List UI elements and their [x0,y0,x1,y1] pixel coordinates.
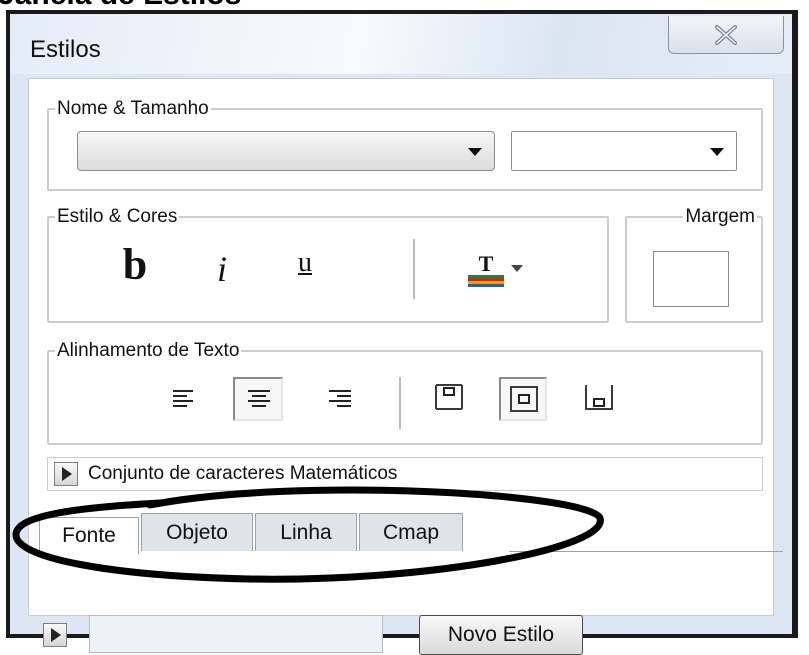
chevron-down-icon [468,148,482,156]
expand-arrow-icon[interactable] [43,623,67,647]
tab-fonte[interactable]: Fonte [39,517,139,554]
separator [399,377,401,429]
margin-input[interactable] [653,251,729,307]
tab-objeto[interactable]: Objeto [141,513,253,551]
name-size-legend: Nome & Tamanho [57,98,209,119]
tab-linha[interactable]: Linha [255,513,357,551]
align-right-button[interactable] [325,385,353,413]
tab-cmap[interactable]: Cmap [359,513,463,551]
window-title: Estilos [30,36,101,63]
text-color-button[interactable]: T [467,251,547,291]
new-style-button[interactable]: Novo Estilo [419,615,583,655]
tab-baseline [509,551,783,552]
font-size-dropdown[interactable] [511,131,737,171]
align-center-button[interactable] [233,377,283,421]
close-button[interactable] [668,16,784,54]
close-icon [715,24,737,45]
expand-arrow-icon[interactable] [54,462,78,486]
styles-window: Estilos Nome & Tamanho Estilo & Cores b … [6,10,798,655]
bold-button[interactable]: b [113,241,157,289]
math-charset-label: Conjunto de caracteres Matemáticos [88,463,398,484]
valign-top-button[interactable] [433,381,465,413]
font-name-dropdown[interactable] [77,131,495,171]
align-center-icon [248,390,270,407]
style-name-input[interactable] [89,615,383,653]
styles-panel: Nome & Tamanho Estilo & Cores b i u T Ma… [28,78,783,655]
valign-bottom-button[interactable] [583,381,615,413]
text-color-icon [468,265,523,287]
separator [413,239,415,299]
style-colors-legend: Estilo & Cores [57,206,178,227]
text-align-legend: Alinhamento de Texto [57,340,240,361]
valign-middle-icon [510,386,538,412]
underline-button[interactable]: u [289,245,321,281]
align-left-button[interactable] [171,385,199,413]
chevron-down-icon [710,148,724,156]
valign-middle-button[interactable] [499,377,547,421]
text-align-group: Alinhamento de Texto [47,341,763,445]
margin-legend: Margem [685,206,755,227]
math-charset-bar[interactable]: Conjunto de caracteres Matemáticos [47,457,763,491]
italic-button[interactable]: i [207,249,237,289]
